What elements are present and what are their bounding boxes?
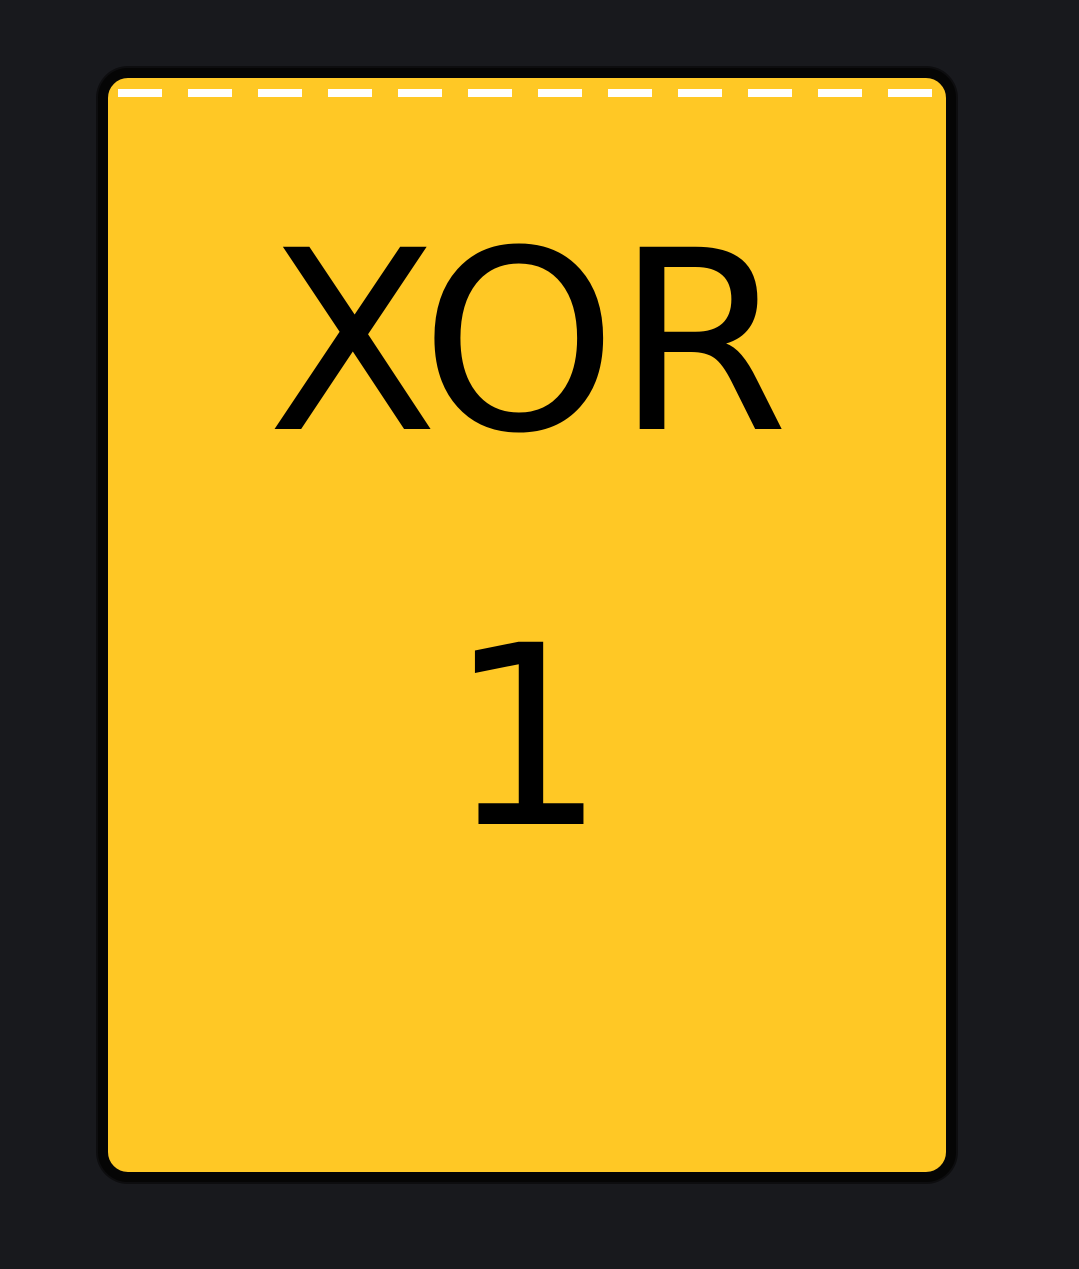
canvas: XOR 1 <box>0 0 1079 1269</box>
xor-gate-node[interactable]: XOR 1 <box>98 68 956 1182</box>
selection-dash-outline <box>118 89 946 97</box>
gate-output-value: 1 <box>447 592 607 883</box>
gate-type-label: XOR <box>267 197 789 488</box>
